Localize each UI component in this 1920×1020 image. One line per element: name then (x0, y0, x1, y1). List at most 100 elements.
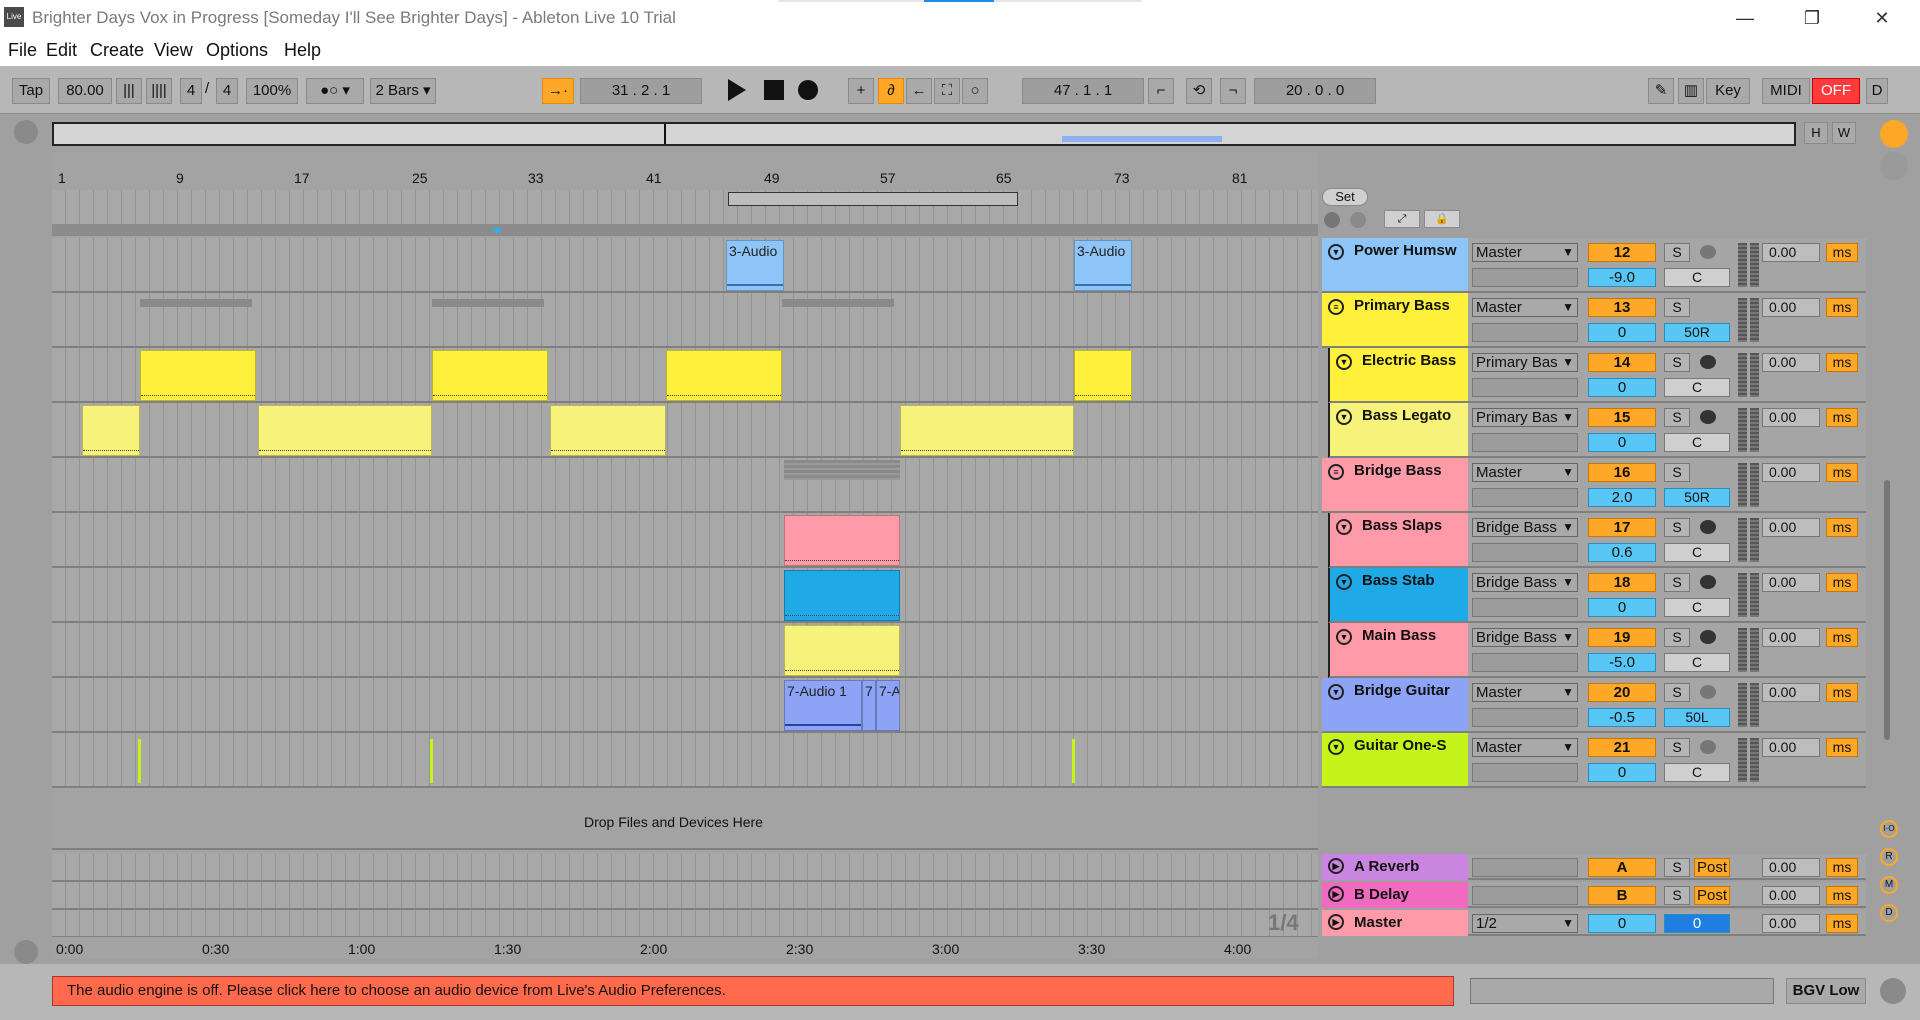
audio-clip[interactable] (138, 739, 141, 783)
tempo-field[interactable]: 80.00 (58, 78, 112, 104)
session-record-icon[interactable]: ○ (962, 78, 988, 104)
track-fold-icon[interactable]: ▼ (1328, 739, 1344, 755)
track-fold-icon[interactable]: ▼ (1328, 244, 1344, 260)
track-lane-bridge-guitar[interactable]: 7-Audio 1 7 7-A (52, 678, 1318, 733)
restore-button[interactable]: ❐ (1792, 4, 1832, 32)
clip-view-icon[interactable] (1880, 152, 1908, 180)
track-delay-field[interactable]: 0.00 (1762, 408, 1820, 427)
track-lane-primary-bass[interactable] (52, 293, 1318, 348)
play-icon[interactable] (728, 79, 746, 101)
delay-unit-button[interactable]: ms (1826, 573, 1858, 592)
track-activator[interactable]: 17 (1588, 518, 1656, 537)
delay-unit-button[interactable]: ms (1826, 243, 1858, 262)
group-fold-icon[interactable]: ≡ (1328, 464, 1344, 480)
automation-arm-icon[interactable]: ∂ (878, 78, 904, 104)
return-activator[interactable]: B (1588, 886, 1656, 905)
song-position-field[interactable]: 31 . 2 . 1 (580, 78, 702, 104)
volume-field[interactable]: 2.0 (1588, 488, 1656, 507)
follow-icon[interactable]: →· (542, 78, 574, 104)
volume-field[interactable]: 0 (1588, 763, 1656, 782)
w-button[interactable]: W (1832, 122, 1856, 144)
cpu-off-indicator[interactable]: OFF (1812, 78, 1860, 104)
set-button[interactable]: Set (1322, 188, 1368, 206)
selected-track-label[interactable]: BGV Low (1786, 978, 1866, 1004)
output-channel-select[interactable] (1472, 763, 1578, 782)
pan-field[interactable]: C (1664, 763, 1730, 782)
menu-options[interactable]: Options (206, 40, 268, 61)
audio-clip[interactable] (1072, 739, 1075, 783)
menu-view[interactable]: View (154, 40, 193, 61)
midi-clip[interactable] (1074, 350, 1132, 401)
solo-button[interactable]: S (1664, 628, 1690, 647)
audio-clip[interactable]: 3-Audio (1074, 240, 1132, 291)
track-activator[interactable]: 15 (1588, 408, 1656, 427)
output-channel-select[interactable] (1472, 323, 1578, 342)
delay-unit-button[interactable]: ms (1826, 914, 1858, 933)
track-delay-field[interactable]: 0.00 (1762, 738, 1820, 757)
nudge-up-icon[interactable]: |||| (146, 78, 172, 104)
pan-field[interactable]: 50R (1664, 488, 1730, 507)
monitor-icon[interactable] (1700, 355, 1716, 369)
midi-clip[interactable] (900, 405, 1074, 456)
output-channel-select[interactable] (1472, 653, 1578, 672)
track-header-main-bass[interactable]: ▼ Main Bass (1328, 623, 1468, 678)
return-header-a-reverb[interactable]: ▶ A Reverb (1322, 854, 1468, 880)
solo-button[interactable]: S (1664, 858, 1690, 877)
menu-icon[interactable] (1880, 120, 1908, 148)
punch-out-icon[interactable]: ¬ (1220, 78, 1246, 104)
track-fold-icon[interactable]: ▶ (1328, 886, 1344, 902)
track-fold-icon[interactable]: ▼ (1336, 519, 1352, 535)
drop-zone[interactable]: Drop Files and Devices Here (52, 788, 1318, 850)
volume-field[interactable]: -0.5 (1588, 708, 1656, 727)
delay-unit-button[interactable]: ms (1826, 518, 1858, 537)
next-locator-icon[interactable] (1350, 212, 1366, 228)
midi-clip[interactable] (784, 570, 900, 621)
track-header-power-humsw[interactable]: ▼ Power Humsw (1322, 238, 1468, 293)
output-routing-select[interactable]: Primary Bas ▼ (1472, 408, 1578, 427)
master-header[interactable]: ▶ Master (1322, 910, 1468, 936)
return-lane-b[interactable] (52, 882, 1318, 910)
loop-start-field[interactable]: 47 . 1 . 1 (1022, 78, 1144, 104)
stop-icon[interactable] (764, 80, 784, 100)
monitor-icon[interactable] (1700, 575, 1716, 589)
vertical-scrollbar[interactable] (1884, 480, 1890, 740)
track-delay-field[interactable]: 0.00 (1762, 518, 1820, 537)
returns-toggle[interactable]: R (1880, 848, 1898, 866)
track-lane-bass-stab[interactable] (52, 568, 1318, 623)
track-delay-field[interactable]: 0.00 (1762, 628, 1820, 647)
pan-field[interactable]: 50R (1664, 323, 1730, 342)
output-routing-select[interactable]: Bridge Bass ▼ (1472, 628, 1578, 647)
track-activator[interactable]: 18 (1588, 573, 1656, 592)
nudge-down-icon[interactable]: ||| (116, 78, 142, 104)
output-routing-select[interactable]: Primary Bas ▼ (1472, 353, 1578, 372)
track-fold-icon[interactable]: ▼ (1336, 409, 1352, 425)
track-lane-power-humsw[interactable]: 3-Audio 3-Audio (52, 238, 1318, 293)
audio-clip[interactable]: 7 (862, 680, 876, 731)
time-sig-denominator[interactable]: 4 (216, 78, 238, 104)
track-header-bass-legato[interactable]: ▼ Bass Legato (1328, 403, 1468, 458)
solo-button[interactable]: S (1664, 683, 1690, 702)
close-button[interactable]: ✕ (1862, 4, 1902, 32)
track-lane-guitar-one-s[interactable] (52, 733, 1318, 788)
delay-unit-button[interactable]: ms (1826, 886, 1858, 905)
volume-field[interactable]: 0.6 (1588, 543, 1656, 562)
delay-unit-button[interactable]: ms (1826, 353, 1858, 372)
output-channel-select[interactable] (1472, 598, 1578, 617)
solo-button[interactable]: S (1664, 573, 1690, 592)
return-lane-a[interactable] (52, 854, 1318, 882)
midi-clip[interactable] (784, 515, 900, 566)
pan-field[interactable]: C (1664, 653, 1730, 672)
mixer-toggle[interactable]: M (1880, 876, 1898, 894)
arm-icon[interactable] (1700, 685, 1716, 699)
track-lane-main-bass[interactable] (52, 623, 1318, 678)
midi-clip[interactable] (550, 405, 666, 456)
pan-field[interactable]: C (1664, 543, 1730, 562)
device-view-toggle-icon[interactable] (1880, 978, 1906, 1004)
arm-icon[interactable] (1700, 740, 1716, 754)
track-lane-bridge-bass[interactable] (52, 458, 1318, 513)
volume-field[interactable]: -9.0 (1588, 268, 1656, 287)
track-delay-field[interactable]: 0.00 (1762, 914, 1820, 933)
midi-map-button[interactable]: MIDI (1762, 78, 1810, 104)
midi-clip[interactable] (140, 350, 256, 401)
solo-button[interactable]: S (1664, 243, 1690, 262)
